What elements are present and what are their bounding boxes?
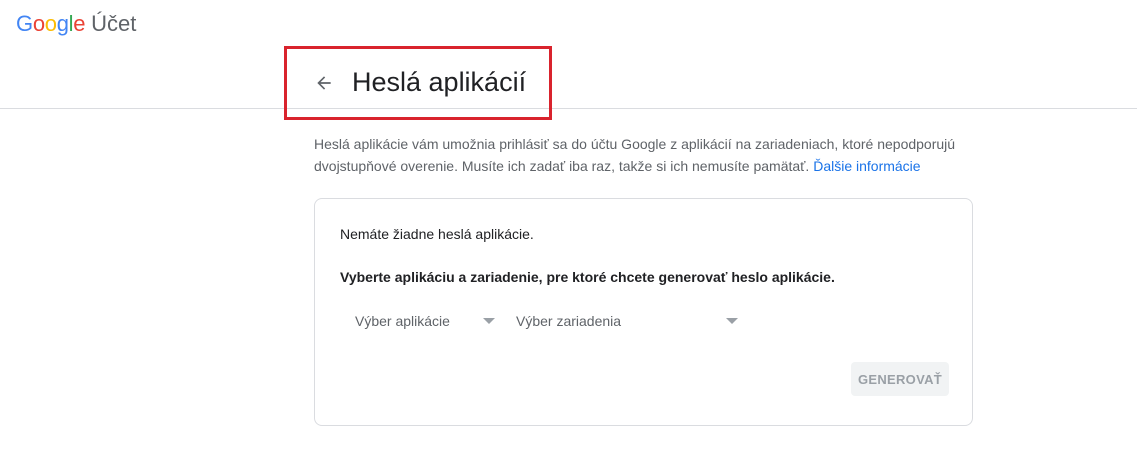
title-highlight-box bbox=[284, 46, 552, 120]
chevron-down-icon bbox=[726, 318, 738, 324]
logo-letter: G bbox=[16, 11, 33, 36]
app-passwords-card: Nemáte žiadne heslá aplikácie. Vyberte a… bbox=[314, 198, 973, 426]
logo-letter: o bbox=[44, 11, 57, 36]
device-select[interactable]: Výber zariadenia bbox=[516, 309, 741, 333]
logo-letter: e bbox=[73, 11, 86, 36]
logo-letter: g bbox=[56, 11, 69, 36]
device-select-label: Výber zariadenia bbox=[516, 313, 622, 329]
learn-more-link[interactable]: Ďalšie informácie bbox=[813, 158, 920, 174]
generate-button[interactable]: GENEROVAŤ bbox=[851, 362, 949, 396]
product-name: Účet bbox=[91, 11, 137, 36]
intro-text: Heslá aplikácie vám umožnia prihlásiť sa… bbox=[314, 133, 994, 177]
chevron-down-icon bbox=[483, 318, 495, 324]
app-select-label: Výber aplikácie bbox=[355, 313, 450, 329]
google-account-logo[interactable]: G o o g l e Účet bbox=[16, 9, 136, 39]
instruction-text: Vyberte aplikáciu a zariadenie, pre ktor… bbox=[340, 269, 835, 285]
logo-letter: o bbox=[32, 11, 45, 36]
no-passwords-text: Nemáte žiadne heslá aplikácie. bbox=[340, 226, 534, 242]
header-divider bbox=[0, 108, 1137, 109]
app-select[interactable]: Výber aplikácie bbox=[355, 309, 500, 333]
